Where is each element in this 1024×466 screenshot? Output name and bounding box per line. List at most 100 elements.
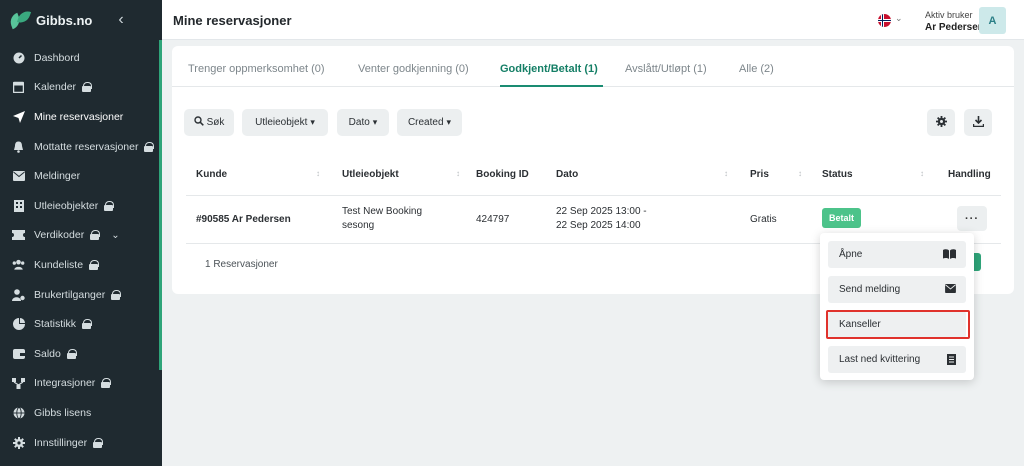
globe-icon (12, 406, 25, 419)
filter-label: Created (407, 117, 444, 128)
sidebar-item-label: Brukertilganger (34, 288, 106, 301)
menu-item-send-melding[interactable]: Send melding (828, 276, 966, 303)
tab-venter-godkjenning[interactable]: Venter godkjenning (0) (358, 63, 469, 75)
tab-alle[interactable]: Alle (2) (739, 63, 774, 75)
price-cell: Gratis (750, 214, 777, 225)
sort-icon[interactable]: ↕ (316, 169, 320, 178)
sidebar-item-label: Gibbs lisens (34, 406, 92, 419)
avatar[interactable]: A (979, 7, 1006, 34)
network-icon (12, 377, 25, 389)
sidebar-item-label: Mottatte reservasjoner (34, 140, 139, 153)
sidebar-item-brukertilganger[interactable]: Brukertilganger (0, 280, 162, 310)
date-cell: 22 Sep 2025 13:00 - 22 Sep 2025 14:00 (556, 205, 647, 233)
logo[interactable]: Gibbs.no ‹ (0, 0, 162, 40)
ticket-icon (12, 229, 25, 241)
gear-icon (935, 114, 947, 132)
sidebar-item-label: Meldinger (34, 170, 81, 183)
sidebar-item-label: Verdikoder (34, 229, 85, 242)
search-button[interactable]: Søk (184, 109, 234, 136)
tab-avslatt-utlopt[interactable]: Avslått/Utløpt (1) (625, 63, 707, 75)
column-header-pris[interactable]: Pris (750, 169, 769, 180)
created-filter[interactable]: Created ▾ (397, 109, 462, 136)
tab-trenger-oppmerksomhet[interactable]: Trenger oppmerksomhet (0) (188, 63, 325, 75)
active-tab-indicator (500, 85, 603, 87)
sidebar-item-label: Utleieobjekter (34, 199, 99, 212)
leaf-logo-icon (7, 8, 32, 30)
speedometer-icon (12, 52, 25, 64)
sidebar-item-gibbs-lisens[interactable]: Gibbs lisens (0, 398, 162, 428)
lock-icon (66, 348, 77, 359)
customer-cell: #90585 Ar Pedersen (196, 214, 291, 225)
brand-name: Gibbs.no (36, 12, 93, 28)
column-header-utleieobjekt[interactable]: Utleieobjekt (342, 169, 399, 180)
calendar-icon (12, 81, 25, 94)
chevron-down-icon[interactable]: ⌄ (111, 230, 119, 241)
object-line: sesong (342, 220, 375, 231)
envelope-icon (12, 170, 25, 182)
chevron-down-icon: ▾ (372, 117, 378, 127)
column-header-status[interactable]: Status (822, 169, 853, 180)
row-actions-button[interactable]: ··· (957, 206, 987, 231)
sort-icon[interactable]: ↕ (798, 169, 802, 178)
column-header-dato[interactable]: Dato (556, 169, 578, 180)
lock-icon (82, 82, 93, 93)
lock-icon (93, 437, 104, 448)
menu-item-label: Last ned kvittering (839, 354, 921, 365)
sidebar-item-kundeliste[interactable]: Kundeliste (0, 250, 162, 280)
sidebar-item-mine-reservasjoner[interactable]: Mine reservasjoner (0, 102, 162, 132)
date-line: 22 Sep 2025 14:00 (556, 220, 641, 231)
sidebar-item-label: Kalender (34, 81, 77, 94)
sidebar-item-saldo[interactable]: Saldo (0, 339, 162, 369)
utleieobjekt-filter[interactable]: Utleieobjekt ▾ (242, 109, 328, 136)
search-label: Søk (206, 117, 225, 128)
sidebar: Gibbs.no ‹ Dashbord Kalender Mine reserv… (0, 0, 162, 466)
status-badge: Betalt (822, 208, 862, 228)
column-header-kunde[interactable]: Kunde (196, 169, 227, 180)
lock-icon (82, 319, 93, 330)
user-role: Aktiv bruker (925, 10, 973, 20)
norway-flag-icon[interactable] (878, 14, 891, 27)
sidebar-item-mottatte-reservasjoner[interactable]: Mottatte reservasjoner (0, 132, 162, 162)
settings-button[interactable] (927, 109, 955, 136)
sidebar-item-innstillinger[interactable]: Innstillinger (0, 428, 162, 458)
menu-item-apne[interactable]: Åpne (828, 241, 966, 268)
collapse-sidebar-icon[interactable]: ‹ (118, 11, 123, 29)
sidebar-item-dashbord[interactable]: Dashbord (0, 43, 162, 73)
download-button[interactable] (964, 109, 992, 136)
sidebar-item-utleieobjekter[interactable]: Utleieobjekter (0, 191, 162, 221)
lock-icon (101, 378, 112, 389)
language-chevron-icon[interactable]: ⌄ (895, 13, 903, 24)
sidebar-item-label: Integrasjoner (34, 377, 96, 390)
sort-icon[interactable]: ↕ (724, 169, 728, 178)
sidebar-item-label: Dashbord (34, 51, 80, 64)
chevron-down-icon: ▾ (446, 117, 452, 127)
reservation-count: 1 Reservasjoner (205, 259, 278, 270)
sidebar-item-label: Saldo (34, 347, 61, 360)
sort-icon[interactable]: ↕ (456, 169, 460, 178)
sidebar-item-label: Innstillinger (34, 436, 88, 449)
sidebar-item-label: Statistikk (34, 318, 77, 331)
sidebar-item-verdikoder[interactable]: Verdikoder ⌄ (0, 221, 162, 251)
lock-icon (111, 289, 122, 300)
download-icon (972, 114, 984, 132)
object-line: Test New Booking (342, 206, 423, 217)
sort-icon[interactable]: ↕ (920, 169, 924, 178)
sidebar-item-meldinger[interactable]: Meldinger (0, 161, 162, 191)
envelope-icon (945, 284, 956, 296)
sidebar-item-label: Kundeliste (34, 258, 84, 271)
lock-icon (144, 141, 155, 152)
pie-chart-icon (12, 318, 25, 331)
sidebar-item-integrasjoner[interactable]: Integrasjoner (0, 369, 162, 399)
sidebar-item-statistikk[interactable]: Statistikk (0, 309, 162, 339)
menu-item-label: Send melding (839, 284, 901, 295)
column-header-booking-id[interactable]: Booking ID (476, 169, 529, 180)
bell-icon (12, 141, 25, 153)
chevron-down-icon: ▾ (310, 117, 315, 127)
sidebar-item-kalender[interactable]: Kalender (0, 73, 162, 103)
dato-filter[interactable]: Dato ▾ (337, 109, 389, 136)
users-icon (12, 259, 25, 271)
book-open-icon (943, 249, 956, 262)
menu-item-last-ned-kvittering[interactable]: Last ned kvittering (828, 346, 966, 373)
tab-godkjent-betalt[interactable]: Godkjent/Betalt (1) (500, 63, 598, 75)
user-name: Ar Pedersen (925, 22, 984, 33)
